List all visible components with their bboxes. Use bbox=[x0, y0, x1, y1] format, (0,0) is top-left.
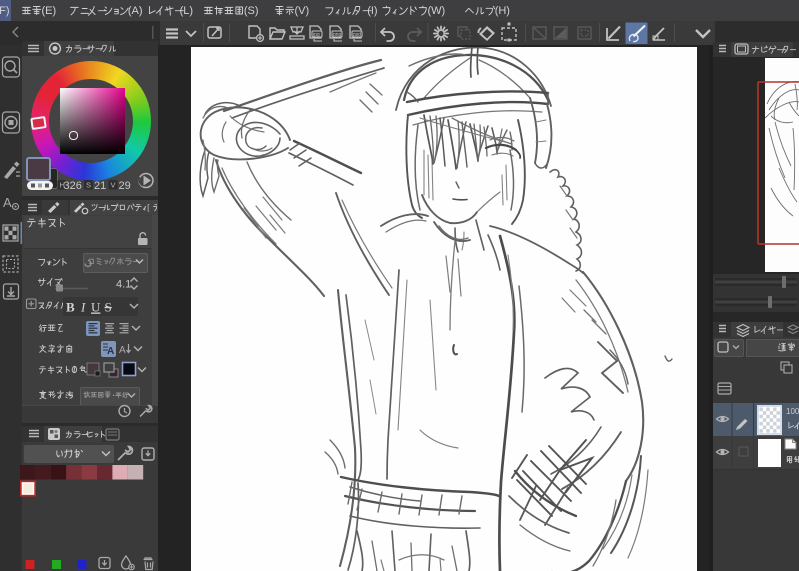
svg-text:100: 100 bbox=[786, 407, 799, 416]
